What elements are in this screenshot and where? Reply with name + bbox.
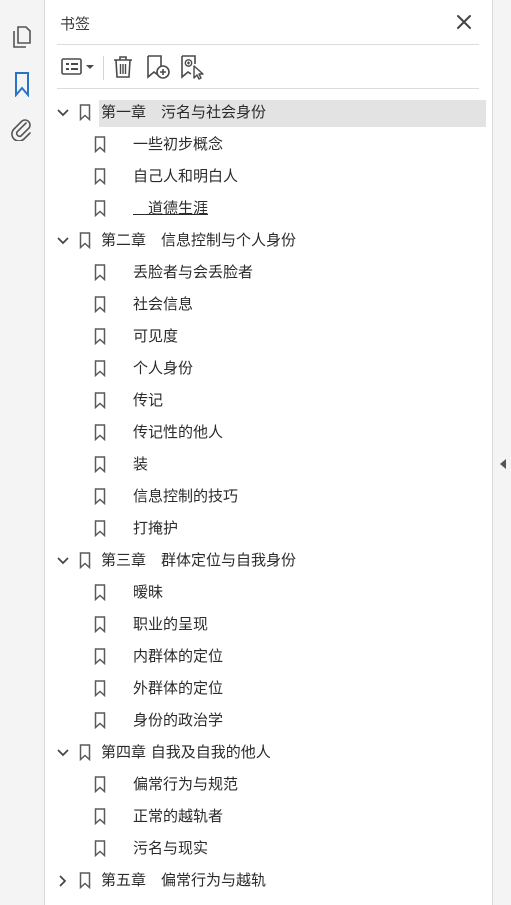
bookmark-icon [94, 456, 106, 474]
chapter-label[interactable]: 第四章 自我及自我的他人 [101, 743, 271, 761]
bookmark-label[interactable]: 道德生涯 [133, 199, 208, 217]
bookmark-icon [94, 520, 106, 538]
chevron-right-icon[interactable] [56, 873, 70, 887]
bookmark-icon [94, 648, 106, 666]
bookmark-icon [94, 584, 106, 602]
bookmarks-panel: 书签 第一章 污名与社会身份 一些初步概念 自己人和明白人 道德生涯 第二章 信… [45, 0, 492, 905]
attachment-icon[interactable] [8, 115, 36, 143]
chapter-row[interactable]: 第四章 自我及自我的他人 [45, 736, 492, 768]
bookmark-row[interactable]: 一些初步概念 [45, 128, 492, 160]
panel-header: 书签 [45, 0, 492, 44]
bookmark-label[interactable]: 传记 [133, 391, 163, 409]
bookmark-label[interactable]: 身份的政治学 [133, 711, 223, 729]
toolbar-divider [103, 56, 104, 80]
chapter-label[interactable]: 第三章 群体定位与自我身份 [101, 551, 296, 569]
bookmark-row[interactable]: 道德生涯 [45, 192, 492, 224]
collapse-panel-icon[interactable] [499, 455, 507, 469]
bookmark-row[interactable]: 打掩护 [45, 512, 492, 544]
chevron-down-icon[interactable] [56, 105, 70, 119]
bookmark-label[interactable]: 暧昧 [133, 583, 163, 601]
bookmark-icon [79, 744, 91, 762]
bookmark-row[interactable]: 丢脸者与会丢脸者 [45, 256, 492, 288]
bookmark-row[interactable]: 社会信息 [45, 288, 492, 320]
bookmark-row[interactable]: 自己人和明白人 [45, 160, 492, 192]
bookmark-row[interactable]: 传记 [45, 384, 492, 416]
toolbar-separator [57, 88, 479, 89]
bookmark-label[interactable]: 污名与现实 [133, 839, 208, 857]
bookmark-row[interactable]: 可见度 [45, 320, 492, 352]
bookmark-icon [79, 552, 91, 570]
bookmark-label[interactable]: 个人身份 [133, 359, 193, 377]
chevron-down-icon[interactable] [56, 553, 70, 567]
bookmark-label[interactable]: 丢脸者与会丢脸者 [133, 263, 253, 281]
bookmark-icon [94, 808, 106, 826]
delete-icon[interactable] [111, 53, 135, 81]
chapter-row[interactable]: 第二章 信息控制与个人身份 [45, 224, 492, 256]
bookmark-icon [94, 776, 106, 794]
pages-icon[interactable] [8, 23, 36, 51]
bookmark-label[interactable]: 信息控制的技巧 [133, 487, 238, 505]
bookmark-icon [79, 104, 91, 122]
bookmark-icon [94, 168, 106, 186]
bookmark-row[interactable]: 身份的政治学 [45, 704, 492, 736]
bookmark-label[interactable]: 打掩护 [133, 519, 178, 537]
bookmark-icon [94, 488, 106, 506]
bookmark-icon [79, 232, 91, 250]
bookmark-icon[interactable] [8, 70, 36, 98]
bookmark-icon [94, 680, 106, 698]
bookmark-label[interactable]: 社会信息 [133, 295, 193, 313]
find-bookmark-icon[interactable] [179, 53, 205, 81]
bookmark-label[interactable]: 外群体的定位 [133, 679, 223, 697]
bookmark-label[interactable]: 正常的越轨者 [133, 807, 223, 825]
bookmark-icon [94, 328, 106, 346]
left-navigation-rail [0, 0, 45, 905]
chapter-row[interactable]: 第三章 群体定位与自我身份 [45, 544, 492, 576]
new-bookmark-icon[interactable] [145, 53, 171, 81]
bookmark-row[interactable]: 信息控制的技巧 [45, 480, 492, 512]
bookmark-row[interactable]: 污名与现实 [45, 832, 492, 864]
right-panel-strip [492, 0, 511, 905]
bookmark-label[interactable]: 职业的呈现 [133, 615, 208, 633]
bookmark-icon [94, 136, 106, 154]
bookmarks-toolbar [45, 48, 492, 86]
bookmark-icon [79, 872, 91, 890]
header-divider [57, 44, 479, 45]
bookmark-row[interactable]: 个人身份 [45, 352, 492, 384]
bookmark-icon [94, 392, 106, 410]
bookmark-icon [94, 264, 106, 282]
bookmark-row[interactable]: 装 [45, 448, 492, 480]
chapter-label[interactable]: 第五章 偏常行为与越轨 [101, 871, 266, 889]
bookmark-tree: 第一章 污名与社会身份一些初步概念 自己人和明白人 道德生涯第二章 信息控制与个人… [45, 96, 492, 896]
chapter-label[interactable]: 第一章 污名与社会身份 [101, 103, 266, 121]
bookmark-label[interactable]: 装 [133, 455, 148, 473]
chapter-row[interactable]: 第一章 污名与社会身份 [45, 96, 492, 128]
panel-title: 书签 [60, 15, 91, 33]
bookmark-icon [94, 200, 106, 218]
chevron-down-icon[interactable] [56, 745, 70, 759]
bookmark-icon [94, 360, 106, 378]
bookmark-row[interactable]: 偏常行为与规范 [45, 768, 492, 800]
bookmark-label[interactable]: 内群体的定位 [133, 647, 223, 665]
bookmark-label[interactable]: 自己人和明白人 [133, 167, 238, 185]
bookmark-label[interactable]: 传记性的他人 [133, 423, 223, 441]
bookmark-row[interactable]: 传记性的他人 [45, 416, 492, 448]
chapter-row[interactable]: 第五章 偏常行为与越轨 [45, 864, 492, 896]
bookmark-icon [94, 712, 106, 730]
chevron-down-icon[interactable] [56, 233, 70, 247]
bookmark-icon [94, 840, 106, 858]
bookmark-label[interactable]: 一些初步概念 [133, 135, 223, 153]
bookmark-row[interactable]: 暧昧 [45, 576, 492, 608]
bookmark-row[interactable]: 职业的呈现 [45, 608, 492, 640]
bookmark-icon [94, 424, 106, 442]
close-icon[interactable] [455, 13, 473, 31]
chapter-label[interactable]: 第二章 信息控制与个人身份 [101, 231, 296, 249]
bookmark-label[interactable]: 偏常行为与规范 [133, 775, 238, 793]
bookmark-row[interactable]: 外群体的定位 [45, 672, 492, 704]
bookmark-icon [94, 296, 106, 314]
bookmark-row[interactable]: 正常的越轨者 [45, 800, 492, 832]
options-menu-icon[interactable] [59, 53, 97, 81]
bookmark-row[interactable]: 内群体的定位 [45, 640, 492, 672]
bookmark-icon [94, 616, 106, 634]
bookmark-label[interactable]: 可见度 [133, 327, 178, 345]
